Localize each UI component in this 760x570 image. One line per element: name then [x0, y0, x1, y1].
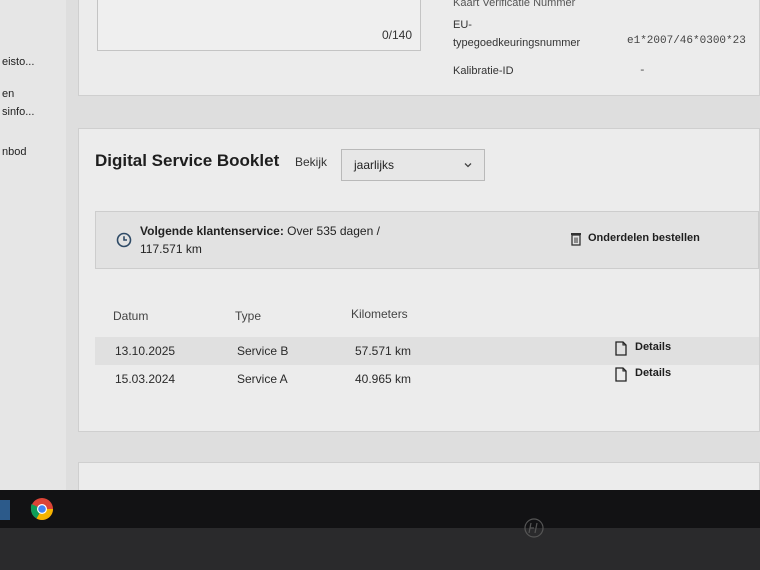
view-label: Bekijk [295, 155, 328, 169]
details-label: Details [635, 341, 672, 353]
view-period-value: jaarlijks [354, 158, 395, 172]
calibration-label: Kalibratie-ID [453, 65, 514, 77]
column-header-km: Kilometers [351, 307, 408, 321]
vehicle-info-panel: 0/140 Kaart Verificatie Nummer EU- typeg… [78, 0, 760, 96]
details-label: Details [635, 367, 672, 379]
table-row: 13.10.2025 Service B 57.571 km Details [95, 337, 759, 365]
service-booklet-panel: Digital Service Booklet Bekijk jaarlijks… [78, 128, 760, 432]
laptop-bezel [0, 528, 760, 570]
next-service-km: 117.571 km [140, 242, 202, 256]
next-service-label: Volgende klantenservice: [140, 224, 284, 238]
details-link[interactable]: Details [615, 365, 685, 387]
details-link[interactable]: Details [615, 339, 685, 361]
column-header-date: Datum [113, 309, 149, 323]
column-header-type: Type [235, 309, 262, 323]
sidebar-item-3[interactable]: sinfo... [2, 106, 34, 118]
view-period-select[interactable]: jaarlijks [341, 149, 485, 181]
calibration-value: - [639, 65, 646, 77]
next-service-text: Volgende klantenservice: Over 535 dagen … [140, 222, 410, 258]
taskbar [0, 490, 760, 528]
main-content: 0/140 Kaart Verificatie Nummer EU- typeg… [66, 0, 760, 490]
hp-logo [524, 518, 544, 538]
document-icon [615, 367, 627, 382]
row-type: Service A [237, 372, 288, 386]
document-icon [615, 341, 627, 356]
order-parts-button[interactable]: Onderdelen bestellen [570, 230, 710, 248]
sidebar-item-1[interactable]: eisto... [2, 56, 34, 68]
notes-textarea[interactable]: 0/140 [97, 0, 421, 51]
row-date: 13.10.2025 [115, 344, 176, 358]
left-sidebar: eisto... en sinfo... nbod [0, 0, 67, 490]
page-title: Digital Service Booklet [95, 151, 280, 170]
eu-type-label-prefix: EU- [453, 19, 472, 31]
browser-viewport: eisto... en sinfo... nbod 0/140 Kaart Ve… [0, 0, 760, 490]
windows-icon[interactable] [0, 500, 10, 520]
clock-icon [116, 232, 132, 248]
eu-type-label: typegoedkeuringsnummer [453, 37, 581, 49]
row-km: 40.965 km [355, 372, 412, 386]
next-service-box: Volgende klantenservice: Over 535 dagen … [95, 211, 759, 269]
next-section-panel [78, 462, 760, 490]
row-date: 15.03.2024 [115, 372, 176, 386]
trash-icon [571, 233, 581, 246]
sidebar-item-2[interactable]: en [2, 88, 14, 100]
chrome-icon[interactable] [30, 497, 54, 521]
order-parts-label: Onderdelen bestellen [588, 232, 700, 244]
table-row: 15.03.2024 Service A 40.965 km Details [95, 365, 759, 393]
card-number-label: Kaart Verificatie Nummer [453, 0, 576, 9]
row-km: 57.571 km [355, 344, 412, 358]
next-service-days: Over 535 dagen / [283, 224, 380, 238]
character-counter: 0/140 [381, 28, 412, 42]
sidebar-item-4[interactable]: nbod [2, 146, 26, 158]
chevron-down-icon [464, 163, 472, 168]
eu-type-value: e1*2007/46*0300*23 [627, 35, 746, 47]
row-type: Service B [237, 344, 289, 358]
